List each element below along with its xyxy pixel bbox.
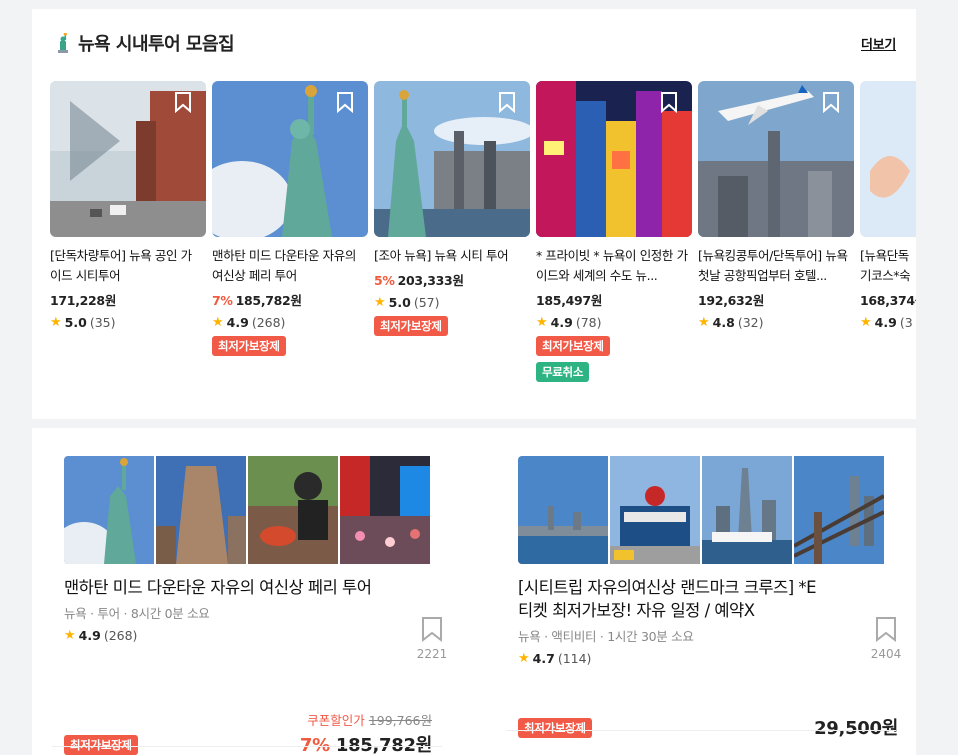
tour-title: [뉴욕킹콩투어/단독투어] 뉴욕첫날 공항픽업부터 호텔...: [698, 248, 848, 283]
product-rating: ★ 4.9 (268): [64, 628, 138, 643]
product-meta: 뉴욕 · 액티비티 · 1시간 30분 소요: [518, 629, 694, 644]
star-icon: ★: [518, 651, 530, 666]
price-row: 최저가보장제 29,500원: [518, 712, 898, 740]
star-icon: ★: [536, 315, 548, 330]
tour-card[interactable]: [뉴욕킹콩투어/단독투어] 뉴욕첫날 공항픽업부터 호텔... 192,632원…: [698, 81, 854, 330]
bookmark-icon[interactable]: [421, 616, 443, 642]
more-link[interactable]: 더보기: [861, 34, 896, 53]
bookmark-icon[interactable]: [660, 91, 678, 113]
tour-thumbnail: [374, 81, 530, 237]
bookmark-button[interactable]: 2221: [412, 616, 452, 661]
product-title: 맨하탄 미드 다운타운 자유의 여신상 페리 투어: [64, 578, 372, 597]
star-icon: ★: [50, 315, 62, 330]
star-icon: ★: [860, 315, 872, 330]
product-collage: [518, 456, 898, 564]
tour-card[interactable]: [단독차량투어] 뉴욕 공인 가이드 시티투어 171,228원 ★ 5.0 (35…: [50, 81, 206, 330]
bookmark-button[interactable]: 2404: [866, 616, 906, 661]
tour-card[interactable]: * 프라이빗 * 뉴욕이 인정한 가이드와 세계의 수도 뉴... 185,49…: [536, 81, 692, 382]
final-price: 29,500원: [814, 718, 898, 739]
divider: [506, 730, 896, 731]
section-title: 뉴욕 시내투어 모음집: [54, 30, 235, 56]
lowest-price-badge: 최저가보장제: [212, 336, 286, 356]
bookmark-icon[interactable]: [875, 616, 897, 642]
bookmark-icon[interactable]: [822, 91, 840, 113]
bookmark-icon[interactable]: [174, 91, 192, 113]
lowest-price-badge: 최저가보장제: [374, 316, 448, 336]
tour-rating: ★ 4.9 (3: [860, 315, 913, 330]
bookmark-icon[interactable]: [498, 91, 516, 113]
tour-title: [뉴욕단독 기코스*숙: [860, 248, 911, 283]
price-row: 최저가보장제 쿠폰할인가 199,766원 7% 185,782원: [64, 710, 444, 755]
free-cancel-badge: 무료취소: [536, 362, 590, 382]
statue-of-liberty-icon: [54, 32, 72, 53]
tour-list-section: 맨하탄 미드 다운타운 자유의 여신상 페리 투어 뉴욕 · 투어 · 8시간 …: [32, 428, 916, 755]
bookmark-count: 2221: [416, 647, 448, 661]
divider: [52, 746, 442, 747]
tour-rating: ★ 5.0 (57): [374, 295, 440, 310]
product-card[interactable]: [시티트립 자유의여신상 랜드마크 크루즈] *E티켓 최저가보장! 자유 일정…: [518, 456, 901, 755]
star-icon: ★: [64, 628, 76, 643]
tour-price: 192,632원: [698, 293, 765, 308]
product-collage: [64, 456, 444, 564]
product-title: [시티트립 자유의여신상 랜드마크 크루즈] *E티켓 최저가보장! 자유 일정…: [518, 578, 817, 620]
tour-carousel[interactable]: [단독차량투어] 뉴욕 공인 가이드 시티투어 171,228원 ★ 5.0 (35…: [50, 81, 916, 411]
tour-rating: ★ 4.9 (78): [536, 315, 602, 330]
lowest-price-badge: 최저가보장제: [64, 735, 138, 755]
section-title-text: 뉴욕 시내투어 모음집: [78, 34, 235, 55]
lowest-price-badge: 최저가보장제: [518, 718, 592, 738]
tour-price: 185,497원: [536, 293, 603, 308]
tour-thumbnail: [50, 81, 206, 237]
tour-title: [조아 뉴욕] 뉴욕 시티 투어: [374, 248, 509, 263]
tour-thumbnail: [698, 81, 854, 237]
tour-title: 맨하탄 미드 다운타운 자유의 여신상 페리 투어: [212, 248, 356, 283]
section-header: 뉴욕 시내투어 모음집 더보기: [54, 29, 896, 57]
tour-price: 168,374원: [860, 293, 916, 308]
tour-card[interactable]: [뉴욕단독 기코스*숙 168,374원 ★4.9(3: [860, 81, 916, 330]
tour-title: [단독차량투어] 뉴욕 공인 가이드 시티투어: [50, 248, 192, 283]
bookmark-count: 2404: [870, 647, 902, 661]
product-rating: ★ 4.7 (114): [518, 651, 592, 666]
tour-rating: ★ 4.9 (268): [212, 315, 286, 330]
tour-thumbnail: [860, 81, 916, 237]
tour-card[interactable]: [조아 뉴욕] 뉴욕 시티 투어 5% 203,333원 ★ 5.0 (57) 최저가…: [374, 81, 530, 336]
tour-collection-section: 뉴욕 시내투어 모음집 더보기 [단독차량투어] 뉴욕 공인 가이드 시티투어 …: [32, 9, 916, 419]
tour-card[interactable]: 맨하탄 미드 다운타운 자유의 여신상 페리 투어 7% 185,782원 ★ 4.…: [212, 81, 368, 356]
tour-price: 7% 185,782원: [212, 293, 302, 308]
coupon-price: 쿠폰할인가 199,766원: [307, 713, 432, 728]
tour-thumbnail: [536, 81, 692, 237]
star-icon: ★: [374, 295, 386, 310]
product-card[interactable]: 맨하탄 미드 다운타운 자유의 여신상 페리 투어 뉴욕 · 투어 · 8시간 …: [64, 456, 447, 755]
tour-thumbnail: [212, 81, 368, 237]
star-icon: ★: [698, 315, 710, 330]
product-meta: 뉴욕 · 투어 · 8시간 0분 소요: [64, 606, 210, 621]
tour-title: * 프라이빗 * 뉴욕이 인정한 가이드와 세계의 수도 뉴...: [536, 248, 688, 283]
tour-price: 5% 203,333원: [374, 273, 464, 288]
lowest-price-badge: 최저가보장제: [536, 336, 610, 356]
final-price: 7% 185,782원: [299, 735, 432, 755]
tour-price: 171,228원: [50, 293, 117, 308]
tour-rating: ★ 4.8 (32): [698, 315, 764, 330]
star-icon: ★: [212, 315, 224, 330]
bookmark-icon[interactable]: [336, 91, 354, 113]
tour-rating: ★ 5.0 (35): [50, 315, 116, 330]
